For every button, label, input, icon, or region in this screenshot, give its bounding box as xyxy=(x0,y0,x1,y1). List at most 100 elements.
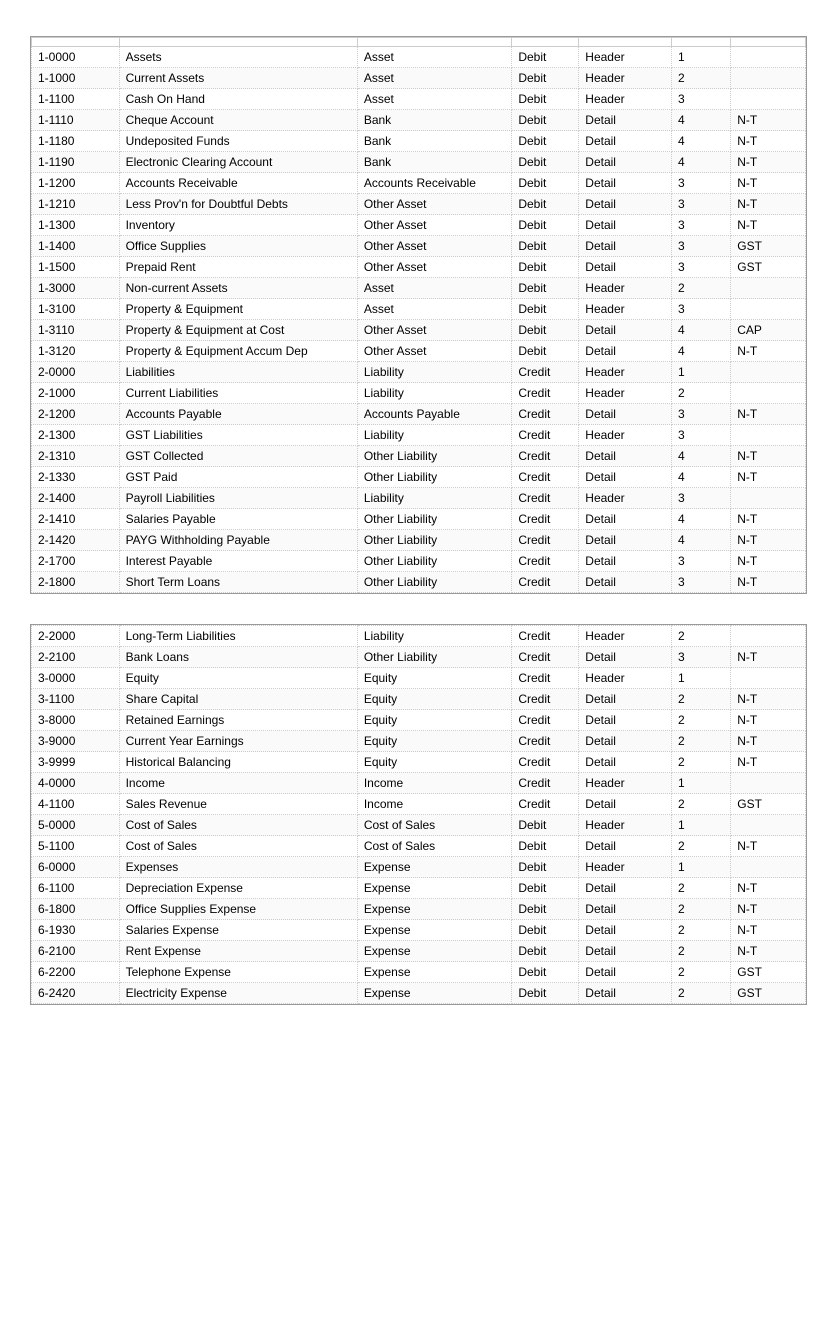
table-cell: GST Paid xyxy=(119,467,357,488)
table-cell: 2-1420 xyxy=(32,530,120,551)
table-cell: Accounts Payable xyxy=(357,404,512,425)
table-cell: N-T xyxy=(731,941,806,962)
table-row: 2-1330GST PaidOther LiabilityCreditDetai… xyxy=(32,467,806,488)
table-row: 1-1190Electronic Clearing AccountBankDeb… xyxy=(32,152,806,173)
table-cell: 3 xyxy=(672,236,731,257)
table-cell: Header xyxy=(579,425,672,446)
table-cell: Header xyxy=(579,383,672,404)
table-cell: 2-1300 xyxy=(32,425,120,446)
col-header-account xyxy=(119,38,357,47)
table-cell: N-T xyxy=(731,152,806,173)
table-cell: 3 xyxy=(672,647,731,668)
table-cell: 1-0000 xyxy=(32,47,120,68)
table-cell: 6-2420 xyxy=(32,983,120,1004)
table-cell: Debit xyxy=(512,920,579,941)
table-row: 2-1800Short Term LoansOther LiabilityCre… xyxy=(32,572,806,593)
table-cell: GST Collected xyxy=(119,446,357,467)
table-cell: 6-2100 xyxy=(32,941,120,962)
table-cell: 1 xyxy=(672,47,731,68)
table-cell: N-T xyxy=(731,530,806,551)
table-cell: Property & Equipment Accum Dep xyxy=(119,341,357,362)
table-cell: 3 xyxy=(672,551,731,572)
table-cell: N-T xyxy=(731,647,806,668)
table-cell: N-T xyxy=(731,752,806,773)
table-cell: 3-9000 xyxy=(32,731,120,752)
table-cell: PAYG Withholding Payable xyxy=(119,530,357,551)
table-row: 2-1400Payroll LiabilitiesLiabilityCredit… xyxy=(32,488,806,509)
table-row: 6-0000ExpensesExpenseDebitHeader1 xyxy=(32,857,806,878)
table-cell: 2-1700 xyxy=(32,551,120,572)
table-cell: Expense xyxy=(357,962,512,983)
table-cell: 4 xyxy=(672,131,731,152)
table-cell: Income xyxy=(357,794,512,815)
table-cell: 1-1190 xyxy=(32,152,120,173)
table-row: 3-1100Share CapitalEquityCreditDetail2N-… xyxy=(32,689,806,710)
table-cell: Header xyxy=(579,362,672,383)
table-cell: Other Asset xyxy=(357,320,512,341)
table-cell: Less Prov'n for Doubtful Debts xyxy=(119,194,357,215)
table-cell: Cash On Hand xyxy=(119,89,357,110)
table-cell: Credit xyxy=(512,626,579,647)
accounts-table-2: 2-2000Long-Term LiabilitiesLiabilityCred… xyxy=(31,625,806,1004)
table-cell: GST xyxy=(731,794,806,815)
table-cell: Expense xyxy=(357,983,512,1004)
table-row: 1-1110Cheque AccountBankDebitDetail4N-T xyxy=(32,110,806,131)
table-cell: Equity xyxy=(357,668,512,689)
table-cell: N-T xyxy=(731,689,806,710)
table-cell: 2 xyxy=(672,752,731,773)
table-cell: Debit xyxy=(512,89,579,110)
table-cell: 3 xyxy=(672,488,731,509)
table-cell: Debit xyxy=(512,257,579,278)
table-row: 1-0000AssetsAssetDebitHeader1 xyxy=(32,47,806,68)
table-cell: 2-1330 xyxy=(32,467,120,488)
table-cell: Debit xyxy=(512,194,579,215)
table-cell: 4 xyxy=(672,446,731,467)
table-cell: Other Liability xyxy=(357,530,512,551)
table-row: 3-9999Historical BalancingEquityCreditDe… xyxy=(32,752,806,773)
table-cell: GST Liabilities xyxy=(119,425,357,446)
table-cell: Header xyxy=(579,857,672,878)
table-cell: 4-1100 xyxy=(32,794,120,815)
table-cell xyxy=(731,773,806,794)
table-cell: Credit xyxy=(512,572,579,593)
table-row: 2-1200Accounts PayableAccounts PayableCr… xyxy=(32,404,806,425)
table-cell: Rent Expense xyxy=(119,941,357,962)
table-cell: 2 xyxy=(672,731,731,752)
table-cell: Accounts Receivable xyxy=(357,173,512,194)
table-body-2: 2-2000Long-Term LiabilitiesLiabilityCred… xyxy=(32,626,806,1004)
table-cell: Detail xyxy=(579,341,672,362)
table-cell: Credit xyxy=(512,710,579,731)
table-cell: 1 xyxy=(672,362,731,383)
table-row: 6-2200Telephone ExpenseExpenseDebitDetai… xyxy=(32,962,806,983)
table-cell: 2 xyxy=(672,920,731,941)
table-cell xyxy=(731,857,806,878)
table-cell: 2 xyxy=(672,278,731,299)
table-cell: N-T xyxy=(731,194,806,215)
table-row: 2-1410Salaries PayableOther LiabilityCre… xyxy=(32,509,806,530)
table-cell: Inventory xyxy=(119,215,357,236)
table-cell: 2-1400 xyxy=(32,488,120,509)
table-cell: Equity xyxy=(357,689,512,710)
table-cell: Detail xyxy=(579,131,672,152)
table-cell: GST xyxy=(731,257,806,278)
table-cell: Header xyxy=(579,89,672,110)
table-cell: Detail xyxy=(579,983,672,1004)
table-cell: Detail xyxy=(579,962,672,983)
table-cell: Detail xyxy=(579,257,672,278)
table-cell: 3 xyxy=(672,404,731,425)
table-cell: Debit xyxy=(512,941,579,962)
table-cell: Credit xyxy=(512,689,579,710)
table-cell: Non-current Assets xyxy=(119,278,357,299)
table-cell: 3 xyxy=(672,257,731,278)
table-cell: Other Liability xyxy=(357,551,512,572)
table-cell: Other Liability xyxy=(357,467,512,488)
table-cell: 4 xyxy=(672,530,731,551)
table-cell: Equity xyxy=(357,710,512,731)
table-cell: Expense xyxy=(357,920,512,941)
table-cell: Asset xyxy=(357,299,512,320)
table-cell: 3 xyxy=(672,299,731,320)
accounts-table-container: 1-0000AssetsAssetDebitHeader11-1000Curre… xyxy=(30,36,807,594)
table-cell: Liability xyxy=(357,626,512,647)
table-cell: Short Term Loans xyxy=(119,572,357,593)
col-header-tax xyxy=(731,38,806,47)
